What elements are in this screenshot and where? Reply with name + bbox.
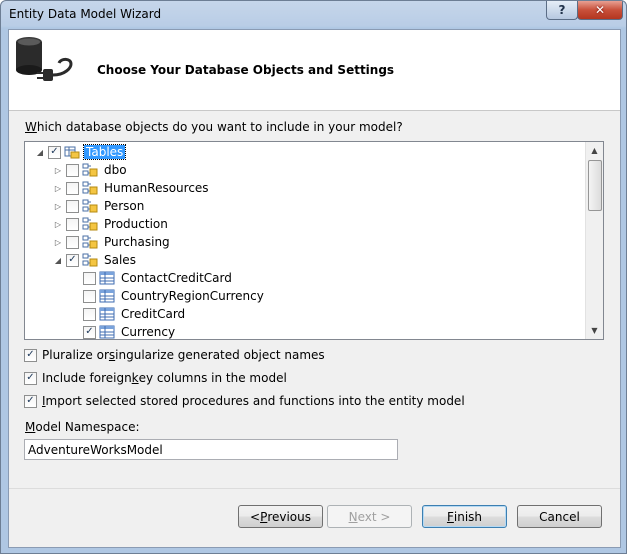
option-checkbox[interactable]: ✓ — [24, 348, 37, 362]
page-title: Choose Your Database Objects and Setting… — [97, 63, 395, 77]
tree-item[interactable]: ◢ ✓ Tables — [35, 143, 127, 161]
option-label-accel: k — [131, 371, 139, 385]
option-checkbox-row[interactable]: ✓ Include foreign k ey columns in the mode… — [24, 370, 287, 386]
tree-item[interactable]: ▷ Person — [53, 197, 146, 215]
help-icon: ? — [558, 3, 566, 17]
collapsed-arrow-icon[interactable]: ▷ — [53, 165, 63, 175]
option-checkbox-row[interactable]: ✓ Import selected stored procedures and f… — [24, 393, 465, 409]
tree-item-label: Person — [104, 199, 145, 213]
question-text: hich database objects do you want to inc… — [36, 120, 403, 134]
wizard-header: Choose Your Database Objects and Setting… — [9, 30, 620, 111]
tree-item-label: HumanResources — [104, 181, 209, 195]
help-button[interactable]: ? — [546, 1, 578, 20]
option-label-post: ingularize generated object names — [115, 348, 325, 362]
previous-post: revious — [267, 509, 311, 524]
finish-accel: F — [446, 509, 454, 524]
close-icon: ✕ — [594, 3, 606, 17]
question-accel: W — [25, 120, 37, 134]
table-icon — [99, 289, 115, 303]
option-label-pre: Include foreign — [42, 371, 132, 385]
schema-icon — [82, 181, 98, 195]
schema-icon — [82, 199, 98, 213]
tree-item[interactable]: CreditCard — [83, 305, 187, 323]
database-plug-icon — [16, 37, 73, 81]
previous-pre: < — [250, 509, 261, 524]
tree-item[interactable]: ▷ Production — [53, 215, 170, 233]
tree-item-label: Sales — [104, 253, 136, 267]
next-accel: N — [348, 509, 358, 524]
namespace-accel: M — [25, 420, 36, 434]
option-label-pre: Pluralize or — [42, 348, 109, 362]
option-checkbox[interactable]: ✓ — [24, 394, 37, 408]
tree-item-checkbox[interactable] — [83, 289, 96, 303]
tree-item[interactable]: CountryRegionCurrency — [83, 287, 266, 305]
schema-icon — [82, 235, 98, 249]
tree-item-checkbox[interactable] — [66, 163, 79, 177]
option-checkbox[interactable]: ✓ — [24, 371, 37, 385]
tree-item-label: Production — [104, 217, 168, 231]
expanded-arrow-icon[interactable]: ◢ — [53, 255, 63, 265]
schema-icon — [82, 253, 98, 267]
namespace-label-text: odel Namespace: — [35, 420, 140, 434]
tree-item-checkbox[interactable] — [66, 235, 79, 249]
model-namespace-label: Model Namespace: — [25, 420, 140, 434]
next-button[interactable]: Next > — [327, 505, 412, 528]
collapsed-arrow-icon[interactable]: ▷ — [53, 201, 63, 211]
scroll-thumb[interactable] — [588, 160, 602, 211]
scroll-down-icon[interactable]: ▼ — [586, 322, 603, 339]
tree-item-checkbox[interactable]: ✓ — [48, 145, 61, 159]
cancel-button[interactable]: Cancel — [517, 505, 602, 528]
tree-item-label: ContactCreditCard — [121, 271, 232, 285]
tree-item-checkbox[interactable] — [66, 217, 79, 231]
tree-item[interactable]: ✓ Currency — [83, 323, 177, 339]
next-post: ext > — [357, 509, 391, 524]
tree-item-checkbox[interactable] — [66, 199, 79, 213]
option-label-post: mport selected stored procedures and fun… — [45, 394, 465, 408]
tree-item-label: CountryRegionCurrency — [121, 289, 264, 303]
tree-item-checkbox[interactable] — [83, 271, 96, 285]
tree-item-label: Currency — [121, 325, 176, 339]
tree-item-checkbox[interactable] — [66, 181, 79, 195]
tree-item-label: Purchasing — [104, 235, 170, 249]
tree-item[interactable]: ▷ HumanResources — [53, 179, 211, 197]
option-label-post: ey columns in the model — [138, 371, 287, 385]
tree-vertical-scrollbar[interactable]: ▲ ▼ — [585, 142, 603, 339]
table-icon — [99, 307, 115, 321]
tree-item-checkbox[interactable] — [83, 307, 96, 321]
title-bar[interactable]: Entity Data Model Wizard ? ✕ — [1, 1, 626, 29]
option-checkbox-row[interactable]: ✓ Pluralize or s ingularize generated obje… — [24, 347, 325, 363]
database-objects-tree[interactable]: ◢ ✓ Tables ▷ dbo ▷ HumanResources ▷ Person ▷ Produ… — [24, 141, 604, 340]
tree-item[interactable]: ContactCreditCard — [83, 269, 234, 287]
table-icon — [99, 271, 115, 285]
schema-icon — [82, 163, 98, 177]
tree-item-checkbox[interactable]: ✓ — [66, 253, 79, 267]
wizard-window: Entity Data Model Wizard ? ✕ Choose Your… — [0, 0, 627, 554]
tree-item-checkbox[interactable]: ✓ — [83, 325, 96, 339]
window-title: Entity Data Model Wizard — [9, 7, 162, 21]
dialog-client: Choose Your Database Objects and Setting… — [8, 29, 621, 548]
tree-item[interactable]: ◢ ✓ Sales — [53, 251, 138, 269]
expanded-arrow-icon[interactable]: ◢ — [35, 147, 45, 157]
model-namespace-input[interactable] — [24, 439, 398, 460]
previous-accel: P — [260, 509, 268, 524]
collapsed-arrow-icon[interactable]: ▷ — [53, 219, 63, 229]
table-icon — [99, 325, 115, 339]
tree-item-label: dbo — [104, 163, 127, 177]
scroll-up-icon[interactable]: ▲ — [586, 142, 603, 159]
finish-post: inish — [453, 509, 483, 524]
schema-icon — [82, 217, 98, 231]
objects-question-label: Which database objects do you want to in… — [25, 120, 403, 134]
tree-item[interactable]: ▷ Purchasing — [53, 233, 172, 251]
close-button[interactable]: ✕ — [577, 1, 623, 20]
finish-button[interactable]: Finish — [422, 505, 507, 528]
tree-item[interactable]: ▷ dbo — [53, 161, 129, 179]
collapsed-arrow-icon[interactable]: ▷ — [53, 183, 63, 193]
tables-folder-icon — [64, 145, 80, 159]
footer-divider — [9, 488, 620, 489]
previous-button[interactable]: < Previous — [238, 505, 323, 528]
tree-item-label: Tables — [82, 144, 127, 160]
collapsed-arrow-icon[interactable]: ▷ — [53, 237, 63, 247]
tree-item-label: CreditCard — [121, 307, 186, 321]
